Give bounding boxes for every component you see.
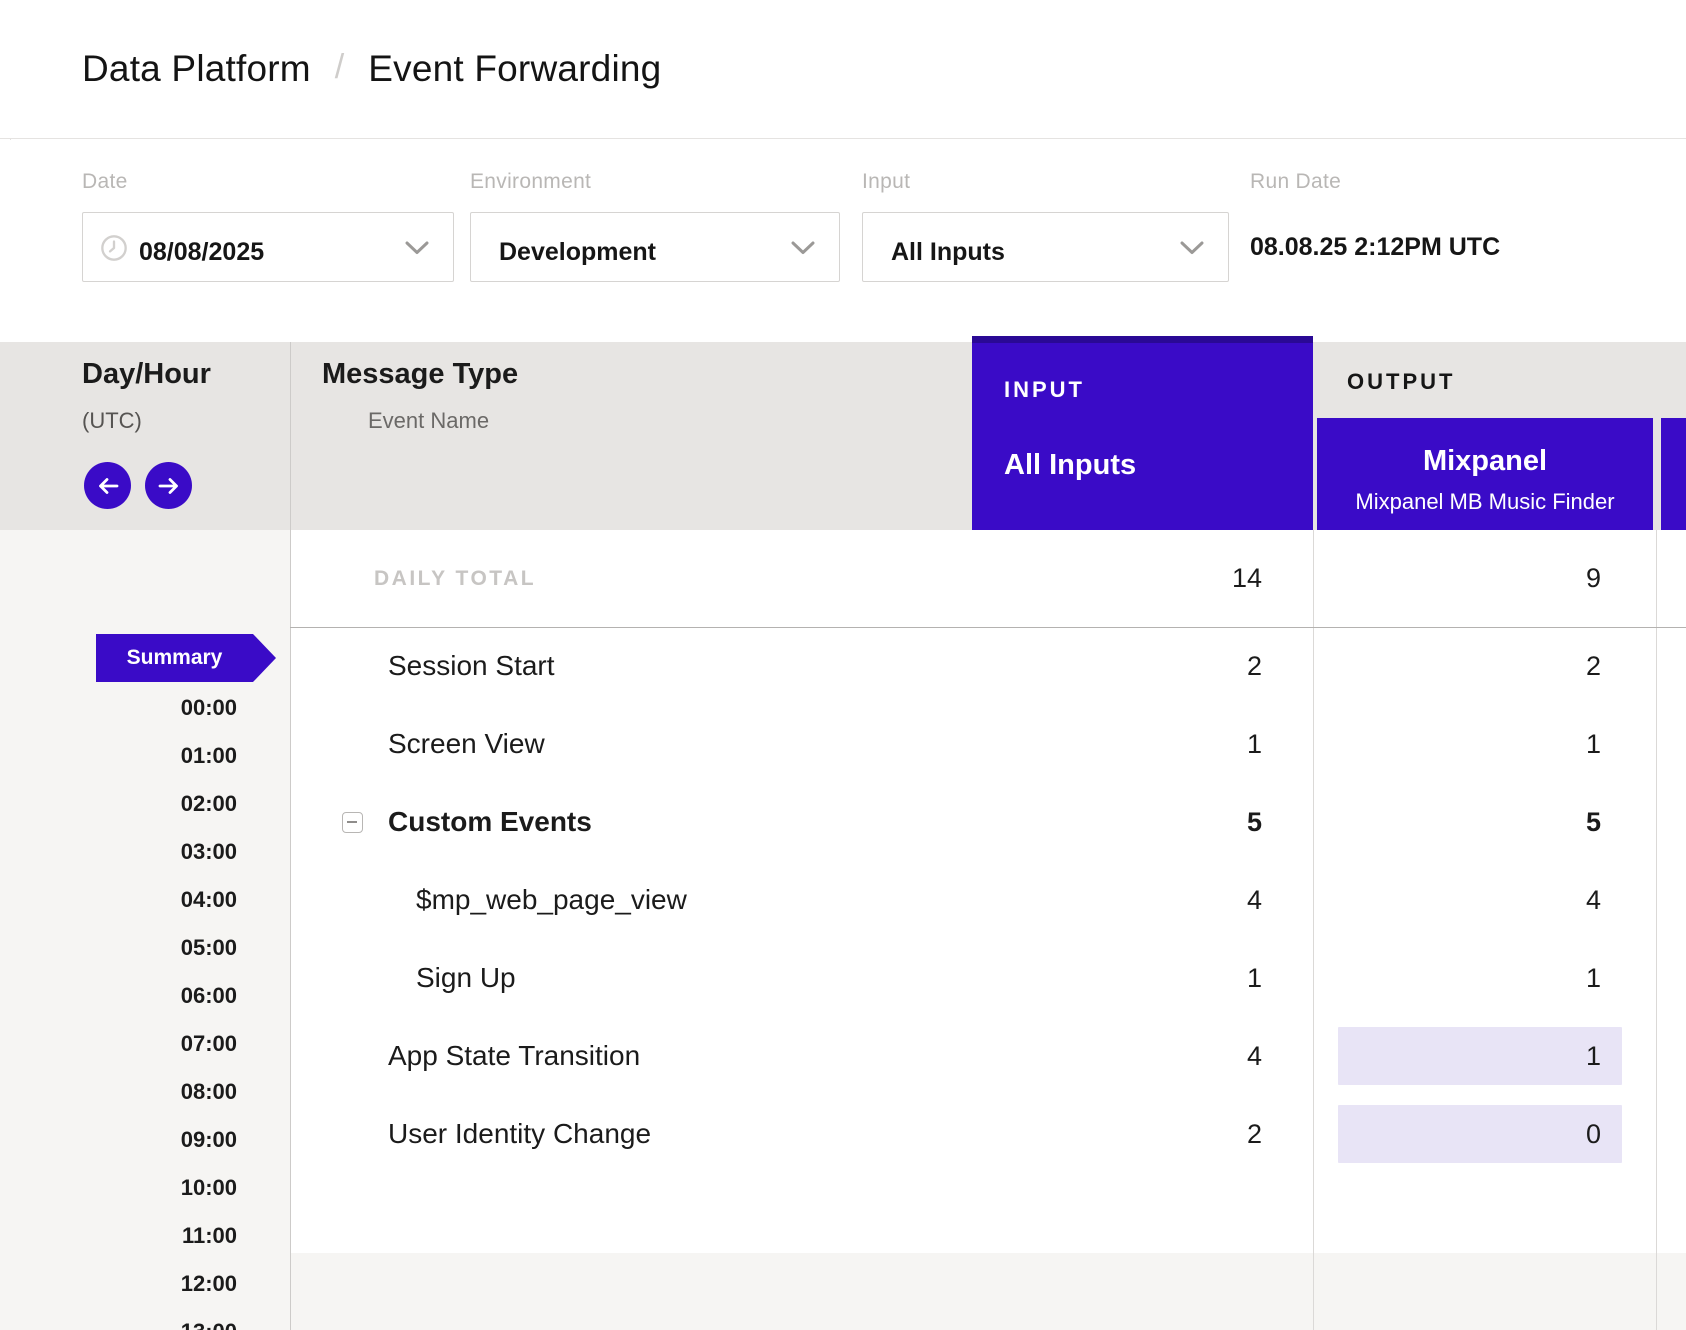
cell-input-value: 2 [290, 627, 1262, 705]
breadcrumb-separator: / [335, 48, 344, 87]
cell-input-value: 1 [290, 705, 1262, 783]
run-date-label: Run Date [1250, 170, 1341, 194]
daily-total-output-value: 9 [1338, 530, 1622, 627]
message-type-header: Message Type [322, 358, 518, 391]
event-forwarding-page: Data Platform / Event Forwarding Date 08… [0, 0, 1686, 1330]
chevron-down-icon [405, 241, 429, 255]
table-row-mp-web-page-view: $mp_web_page_view 4 4 [290, 861, 1686, 939]
output-group-label: OUTPUT [1347, 369, 1455, 395]
output-column-subtitle: Mixpanel MB Music Finder [1317, 489, 1653, 515]
output-column-title: Mixpanel [1317, 445, 1653, 478]
day-hour-header: Day/Hour [82, 358, 211, 391]
summary-badge[interactable]: Summary [96, 634, 276, 682]
cell-input-value: 2 [290, 1095, 1262, 1173]
cell-output-value: 4 [1338, 861, 1622, 939]
cell-output-value: 5 [1338, 783, 1622, 861]
filter-bar: Date 08/08/2025 Environment Development … [0, 140, 1686, 342]
date-filter-label: Date [82, 170, 128, 194]
cell-input-value: 4 [290, 861, 1262, 939]
hour-label[interactable]: 10:00 [0, 1164, 237, 1212]
date-value: 08/08/2025 [139, 213, 264, 291]
hour-label[interactable]: 02:00 [0, 780, 237, 828]
previous-day-button[interactable] [84, 462, 131, 509]
date-dropdown[interactable]: 08/08/2025 [82, 212, 454, 282]
table-row-user-identity-change: User Identity Change 2 0 [290, 1095, 1686, 1173]
next-day-button[interactable] [145, 462, 192, 509]
day-hour-timezone: (UTC) [82, 408, 142, 434]
arrow-left-icon [96, 476, 120, 496]
output-column-header-mixpanel[interactable]: Mixpanel Mixpanel MB Music Finder [1317, 418, 1653, 530]
clock-icon [100, 234, 128, 262]
hour-label[interactable]: 13:00 [0, 1308, 237, 1330]
output-column-header-partial[interactable] [1661, 418, 1686, 530]
environment-filter-label: Environment [470, 170, 591, 194]
breadcrumb: Data Platform / Event Forwarding [0, 0, 1686, 139]
table-footer-area [290, 1253, 1686, 1330]
table-row-app-state-transition: App State Transition 4 1 [290, 1017, 1686, 1095]
breadcrumb-item-event-forwarding[interactable]: Event Forwarding [368, 48, 661, 90]
chevron-down-icon [1180, 241, 1204, 255]
hour-label[interactable]: 05:00 [0, 924, 237, 972]
breadcrumb-item-data-platform[interactable]: Data Platform [82, 48, 311, 90]
table-row-custom-events: Custom Events 5 5 [290, 783, 1686, 861]
hour-label[interactable]: 01:00 [0, 732, 237, 780]
input-group-label: INPUT [1004, 377, 1085, 403]
cell-input-value: 5 [290, 783, 1262, 861]
input-filter-label: Input [862, 170, 910, 194]
daily-total-row: DAILY TOTAL 14 9 [290, 530, 1686, 627]
cell-output-value: 2 [1338, 627, 1622, 705]
hour-label[interactable]: 04:00 [0, 876, 237, 924]
hour-label[interactable]: 00:00 [0, 684, 237, 732]
input-column-title: All Inputs [1004, 449, 1136, 482]
daily-total-input-value: 14 [290, 530, 1262, 627]
table-row-session-start: Session Start 2 2 [290, 627, 1686, 705]
hour-label[interactable]: 11:00 [0, 1212, 237, 1260]
cell-input-value: 1 [290, 939, 1262, 1017]
hour-label[interactable]: 03:00 [0, 828, 237, 876]
input-column-header[interactable]: INPUT All Inputs [972, 336, 1313, 530]
hour-label[interactable]: 06:00 [0, 972, 237, 1020]
cell-output-value: 1 [1338, 1017, 1622, 1095]
cell-output-value: 0 [1338, 1095, 1622, 1173]
summary-label: Summary [96, 634, 253, 682]
hour-label[interactable]: 07:00 [0, 1020, 237, 1068]
chevron-down-icon [791, 241, 815, 255]
input-value: All Inputs [891, 213, 1005, 291]
hour-label[interactable]: 12:00 [0, 1260, 237, 1308]
hour-label[interactable]: 09:00 [0, 1116, 237, 1164]
event-name-subheader: Event Name [368, 408, 489, 434]
cell-output-value: 1 [1338, 705, 1622, 783]
table-row-sign-up: Sign Up 1 1 [290, 939, 1686, 1017]
run-date-value: 08.08.25 2:12PM UTC [1250, 212, 1500, 282]
input-dropdown[interactable]: All Inputs [862, 212, 1229, 282]
environment-dropdown[interactable]: Development [470, 212, 840, 282]
table-row-screen-view: Screen View 1 1 [290, 705, 1686, 783]
environment-value: Development [499, 213, 656, 291]
hour-label[interactable]: 08:00 [0, 1068, 237, 1116]
cell-input-value: 4 [290, 1017, 1262, 1095]
cell-output-value: 1 [1338, 939, 1622, 1017]
arrow-right-icon [157, 476, 181, 496]
